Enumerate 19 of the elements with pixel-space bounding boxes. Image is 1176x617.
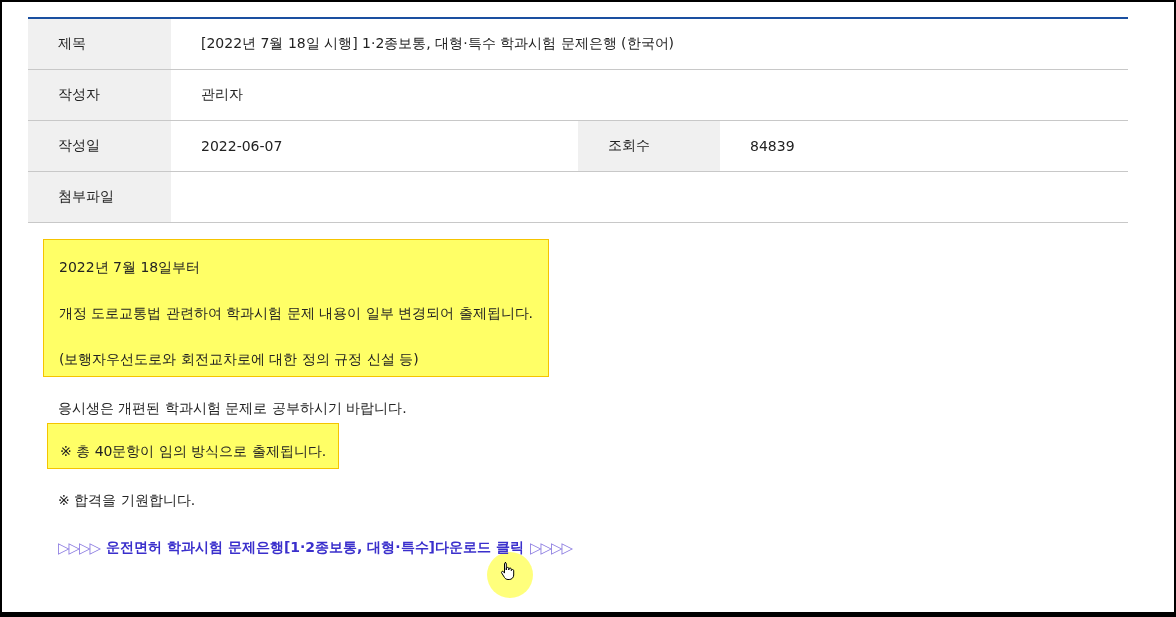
download-link[interactable]: 운전면허 학과시험 문제은행[1·2종보통, 대형·특수]다운로드 클릭	[106, 539, 524, 557]
header-cell: 제목	[28, 19, 171, 69]
value-cell-text: 2022-06-07	[200, 137, 284, 156]
notice-text: (보행자우선도로와 회전교차로에 대한 정의 규정 신설 등)	[59, 350, 420, 369]
arrow-marks: ▷▷▷▷	[529, 539, 573, 557]
hand-cursor-icon	[500, 561, 516, 581]
value-cell-text: 84839	[749, 137, 796, 156]
notice-text: ※ 총 40문항이 임의 방식으로 출제됩니다.	[60, 442, 327, 461]
header-cell: 첨부파일	[28, 172, 171, 222]
arrow-marks: ▷▷▷▷	[58, 539, 101, 557]
header-cell: 작성일	[28, 121, 171, 171]
value-cell-text: [2022년 7월 18일 시행] 1·2종보통, 대형·특수 학과시험 문제은행 (한국어)	[200, 34, 675, 53]
header-cell: 조회수	[578, 121, 720, 171]
notice-text: 응시생은 개편된 학과시험 문제로 공부하시기 바랍니다.	[57, 399, 407, 418]
header-cell: 작성자	[28, 70, 171, 120]
notice-text: 개정 도로교통법 관련하여 학과시험 문제 내용이 일부 변경되어 출제됩니다.	[59, 304, 534, 323]
notice-text: ※ 합격을 기원합니다.	[57, 491, 196, 510]
notice-text: 2022년 7월 18일부터	[59, 258, 202, 277]
value-cell-text: 관리자	[200, 85, 244, 104]
